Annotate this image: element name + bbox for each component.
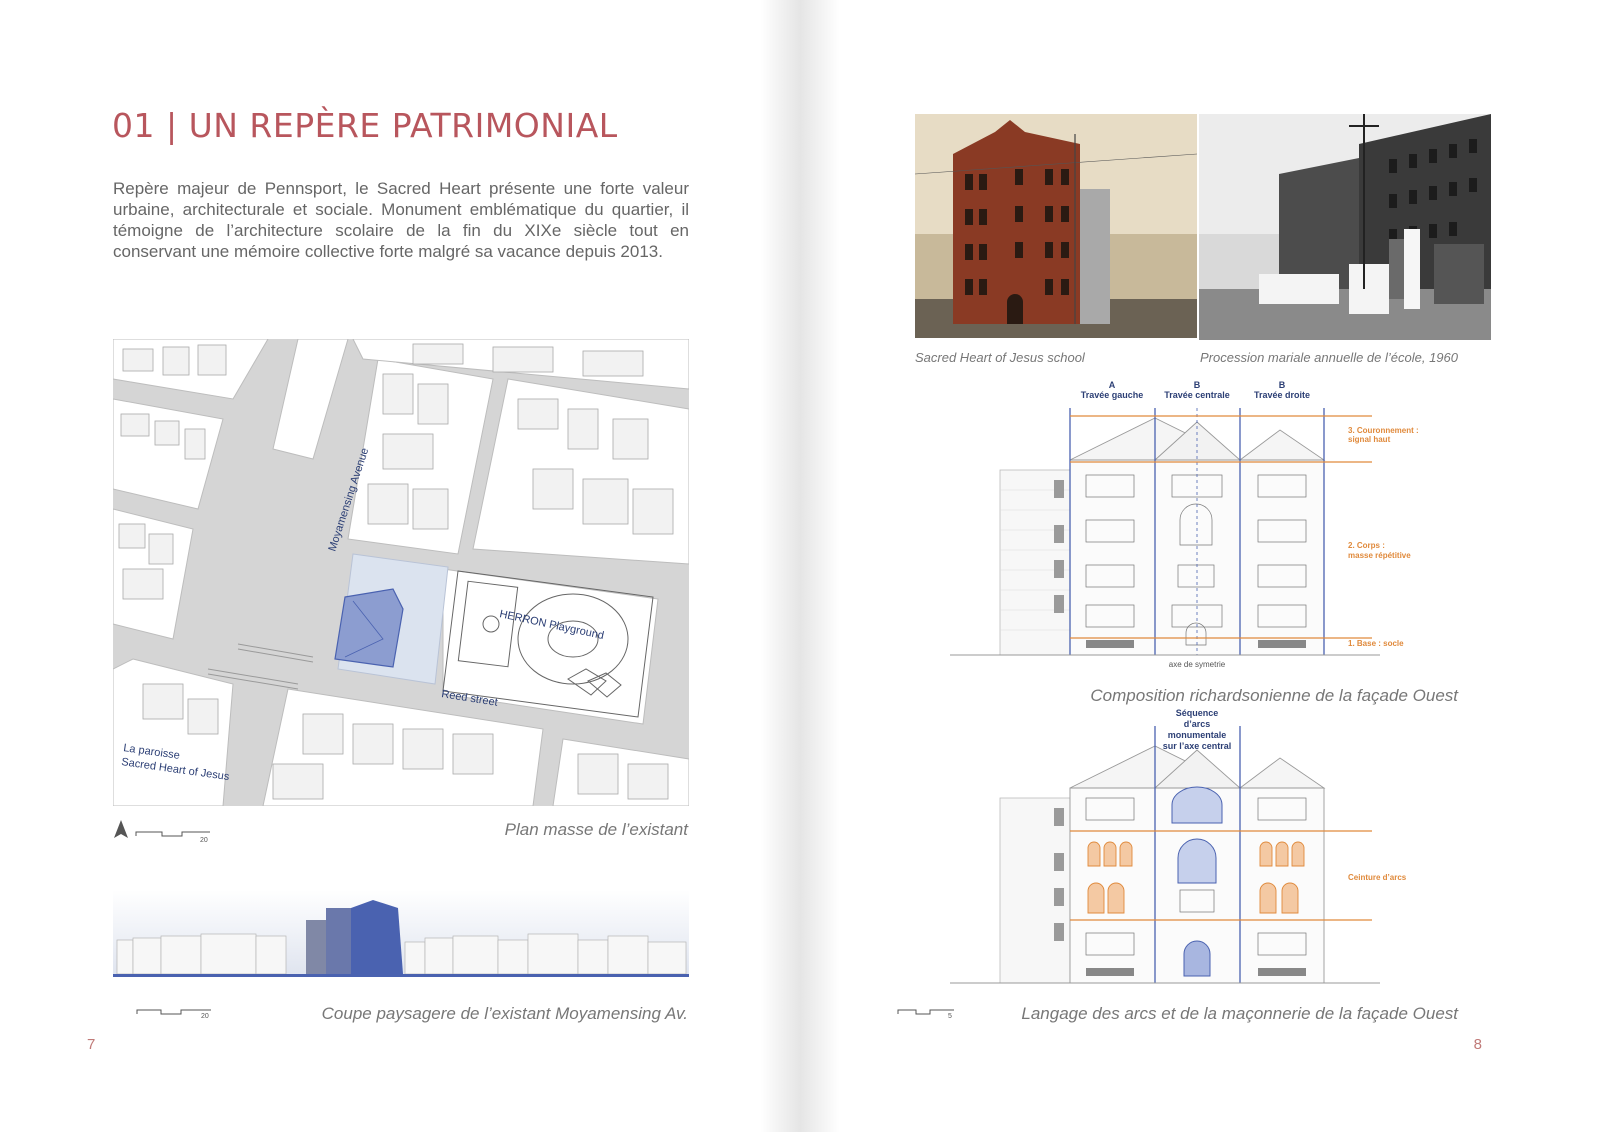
north-arrow-icon (114, 820, 128, 838)
map-caption: Plan masse de l’existant (504, 820, 688, 839)
annotation-body-2: masse répétitive (1348, 551, 1411, 560)
symmetry-axis-label: axe de symetrie (1169, 660, 1226, 669)
page-gutter-shadow (800, 0, 840, 1132)
landscape-section (113, 890, 689, 977)
bay-a-label: Travée gauche (1081, 390, 1144, 400)
page-gutter-shadow (760, 0, 800, 1132)
photo2-caption: Procession mariale annuelle de l’école, … (1200, 350, 1458, 365)
elevation-scale-bar: 5 (897, 1009, 954, 1018)
sequence-label-3: monumentale (1168, 730, 1227, 740)
section-scale-bar: 20 (136, 1009, 211, 1018)
elevation-scale-label: 5 (948, 1013, 952, 1018)
page-title: 01 | UN REPÈRE PATRIMONIAL (112, 106, 618, 145)
annotation-base: 1. Base : socle (1348, 639, 1404, 648)
elevation1-caption: Composition richardsonienne de la façade… (1090, 686, 1458, 705)
map-scale-label: 20 (200, 837, 208, 842)
page-left: 01 | UN REPÈRE PATRIMONIAL Repère majeur… (0, 0, 800, 1132)
section-caption: Coupe paysagere de l’existant Moyamensin… (321, 1004, 688, 1023)
north-arrow-scale: 20 (114, 820, 210, 842)
bay-a-letter: A (1109, 380, 1116, 390)
facade-arcs-elevation: Séquence d’arcs monumentale sur l’axe ce… (950, 708, 1407, 984)
intro-paragraph: Repère majeur de Pennsport, le Sacred He… (113, 179, 689, 261)
school-photo (915, 114, 1197, 338)
page-number-left: 7 (87, 1036, 96, 1053)
facade-composition-elevation: A Travée gauche B Travée centrale B Trav… (950, 380, 1419, 669)
document-spread: 01 | UN REPÈRE PATRIMONIAL Repère majeur… (0, 0, 1600, 1132)
bay-c-letter: B (1279, 380, 1286, 390)
sequence-label-1: Séquence (1176, 708, 1219, 718)
bay-b-label: Travée centrale (1164, 390, 1230, 400)
site-plan-drawing: Moyamensing Avenue Reed street HERRON Pl… (113, 339, 689, 806)
bay-b-letter: B (1194, 380, 1201, 390)
photo1-caption: Sacred Heart of Jesus school (915, 350, 1085, 365)
annotation-body-1: 2. Corps : (1348, 541, 1385, 550)
arcs-belt-label: Ceinture d’arcs (1348, 873, 1407, 882)
site-plan-map: Moyamensing Avenue Reed street HERRON Pl… (113, 339, 689, 806)
annotation-crowning-1: 3. Couronnement : (1348, 426, 1419, 435)
page-right: Sacred Heart of Jesus school Procession … (800, 0, 1600, 1132)
page-number-right: 8 (1473, 1036, 1482, 1053)
annotation-crowning-2: signal haut (1348, 435, 1391, 444)
elevation2-caption: Langage des arcs et de la maçonnerie de … (1021, 1004, 1458, 1023)
procession-photo (1199, 114, 1491, 340)
sequence-label-2: d’arcs (1184, 719, 1211, 729)
bay-c-label: Travée droite (1254, 390, 1310, 400)
section-scale-label: 20 (201, 1013, 209, 1018)
